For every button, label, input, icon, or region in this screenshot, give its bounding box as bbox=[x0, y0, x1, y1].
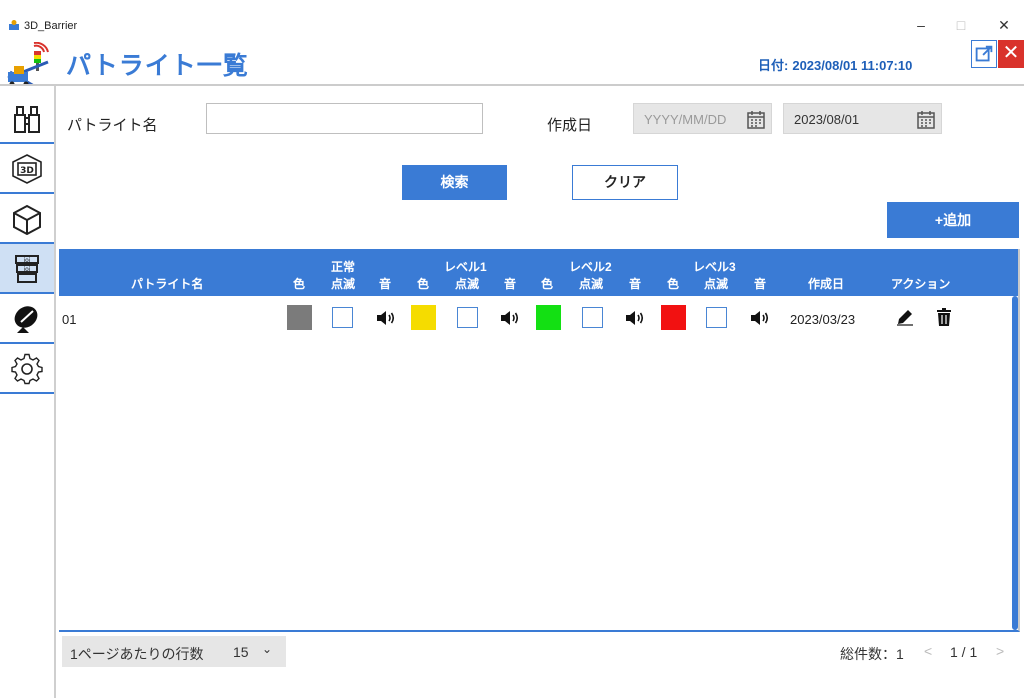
col-action: アクション bbox=[891, 277, 951, 291]
col-name: パトライト名 bbox=[131, 277, 204, 291]
table-scrollbar[interactable] bbox=[1012, 296, 1018, 630]
col-level2-blink: 点滅 bbox=[579, 277, 604, 291]
search-button[interactable]: 検索 bbox=[402, 165, 507, 200]
title-bar: 3D_Barrier – □ ✕ bbox=[0, 0, 1024, 40]
created-date-label: 作成日 bbox=[547, 117, 593, 134]
rows-per-page-label: 1ページあたりの行数 bbox=[70, 646, 204, 662]
sidebar-item-monitor[interactable] bbox=[0, 94, 54, 144]
patlite-logo-icon bbox=[7, 42, 49, 88]
header-divider bbox=[0, 84, 1024, 86]
patlite-name-input[interactable] bbox=[206, 103, 483, 134]
clear-button[interactable]: クリア bbox=[572, 165, 678, 200]
sidebar-item-cube[interactable] bbox=[0, 194, 54, 244]
rows-per-page-value: 15 bbox=[233, 644, 249, 660]
svg-text:3D: 3D bbox=[20, 166, 34, 176]
popout-button[interactable] bbox=[971, 40, 997, 68]
rows-per-page-select[interactable]: 1ページあたりの行数 15 ⌄ bbox=[62, 636, 286, 667]
total-count: 総件数：1 bbox=[840, 646, 904, 662]
prev-page-button[interactable]: < bbox=[924, 643, 932, 659]
group-level3: レベル3 bbox=[693, 260, 736, 274]
date-value: 2023/08/01 11:07:10 bbox=[792, 58, 913, 73]
level1-color-swatch[interactable] bbox=[411, 305, 436, 330]
3d-view-icon: 3D bbox=[12, 154, 42, 184]
col-normal-blink: 点滅 bbox=[331, 277, 356, 291]
calendar-icon[interactable] bbox=[746, 110, 766, 130]
trash-icon[interactable] bbox=[934, 307, 954, 327]
speaker-icon[interactable] bbox=[499, 308, 521, 328]
level2-blink-checkbox[interactable] bbox=[582, 307, 603, 328]
current-datetime: 日付: 2023/08/01 11:07:10 bbox=[758, 55, 912, 74]
sidebar-item-satellite[interactable] bbox=[0, 294, 54, 344]
window-title: 3D_Barrier bbox=[24, 20, 78, 32]
app-icon bbox=[9, 20, 19, 30]
patlite-name-label: パトライト名 bbox=[67, 117, 158, 134]
next-page-button[interactable]: > bbox=[996, 643, 1004, 659]
group-normal: 正常 bbox=[331, 260, 356, 274]
level2-color-swatch[interactable] bbox=[536, 305, 561, 330]
close-page-button[interactable]: ✕ bbox=[998, 40, 1024, 68]
col-normal-sound: 音 bbox=[379, 277, 392, 291]
date-to-field[interactable]: 2023/08/01 bbox=[783, 103, 942, 134]
date-from-placeholder: YYYY/MM/DD bbox=[644, 112, 727, 127]
gear-icon bbox=[11, 353, 43, 385]
normal-color-swatch[interactable] bbox=[287, 305, 312, 330]
page-indicator: 1 / 1 bbox=[950, 644, 978, 660]
table-header: パトライト名 正常 レベル1 レベル2 レベル3 色 点滅 音 色 点滅 音 色… bbox=[59, 249, 1018, 296]
add-button[interactable]: +追加 bbox=[887, 202, 1019, 238]
col-level3-blink: 点滅 bbox=[704, 277, 729, 291]
satellite-dish-icon bbox=[14, 306, 38, 333]
sidebar-item-patlite[interactable]: ioi ioi bbox=[0, 244, 54, 294]
external-window-icon bbox=[975, 45, 993, 62]
calendar-icon[interactable] bbox=[916, 110, 936, 130]
date-label: 日付: bbox=[758, 58, 789, 73]
normal-blink-checkbox[interactable] bbox=[332, 307, 353, 328]
col-level2-sound: 音 bbox=[629, 277, 642, 291]
svg-text:ioi: ioi bbox=[23, 266, 30, 273]
col-level2-color: 色 bbox=[541, 277, 554, 291]
patlite-icon: ioi ioi bbox=[15, 255, 39, 283]
col-created: 作成日 bbox=[808, 277, 845, 291]
svg-text:ioi: ioi bbox=[23, 257, 30, 264]
row-name: 01 bbox=[62, 312, 77, 327]
window-close-button[interactable]: ✕ bbox=[993, 16, 1015, 34]
page-title: パトライト一覧 bbox=[66, 52, 249, 80]
col-level1-color: 色 bbox=[417, 277, 430, 291]
speaker-icon[interactable] bbox=[375, 308, 397, 328]
group-level2: レベル2 bbox=[569, 260, 612, 274]
col-level1-sound: 音 bbox=[504, 277, 517, 291]
group-level1: レベル1 bbox=[444, 260, 487, 274]
table-row[interactable]: 01 2023/03/23 bbox=[59, 296, 1018, 340]
col-normal-color: 色 bbox=[293, 277, 306, 291]
level1-blink-checkbox[interactable] bbox=[457, 307, 478, 328]
col-level3-color: 色 bbox=[667, 277, 680, 291]
maximize-button[interactable]: □ bbox=[950, 16, 972, 34]
minimize-button[interactable]: – bbox=[910, 16, 932, 34]
edit-pencil-icon[interactable] bbox=[895, 307, 915, 327]
chevron-down-icon: ⌄ bbox=[262, 642, 273, 656]
sidebar: 3D ioi ioi bbox=[0, 86, 56, 698]
speaker-icon[interactable] bbox=[749, 308, 771, 328]
binoculars-icon bbox=[14, 106, 40, 133]
col-level3-sound: 音 bbox=[754, 277, 767, 291]
cube-icon bbox=[13, 204, 41, 235]
level3-color-swatch[interactable] bbox=[661, 305, 686, 330]
patlite-table: パトライト名 正常 レベル1 レベル2 レベル3 色 点滅 音 色 点滅 音 色… bbox=[59, 249, 1020, 632]
col-level1-blink: 点滅 bbox=[455, 277, 480, 291]
level3-blink-checkbox[interactable] bbox=[706, 307, 727, 328]
speaker-icon[interactable] bbox=[624, 308, 646, 328]
date-from-field[interactable]: YYYY/MM/DD bbox=[633, 103, 772, 134]
sidebar-item-3d-view[interactable]: 3D bbox=[0, 144, 54, 194]
date-to-value: 2023/08/01 bbox=[794, 112, 860, 127]
row-created-date: 2023/03/23 bbox=[790, 312, 856, 327]
sidebar-item-settings[interactable] bbox=[0, 344, 54, 394]
